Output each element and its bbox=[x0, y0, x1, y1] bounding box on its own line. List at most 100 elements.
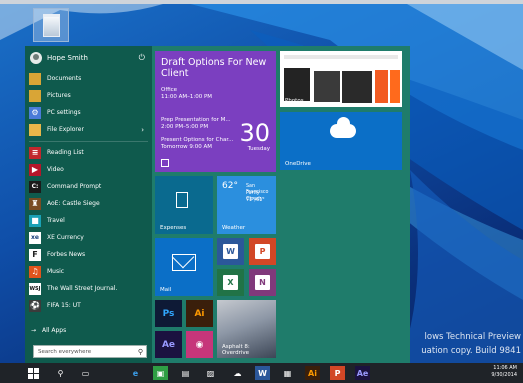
chevron-right-icon[interactable]: › bbox=[141, 126, 144, 134]
app-travel[interactable]: ■ Travel bbox=[25, 212, 152, 229]
powerpoint-tile[interactable]: P bbox=[249, 238, 276, 265]
file-explorer-icon[interactable] bbox=[103, 366, 118, 380]
illustrator-icon: Ai bbox=[194, 308, 205, 319]
photoshop-tile[interactable]: Ps bbox=[155, 300, 182, 327]
cloud-icon[interactable]: ☁ bbox=[230, 366, 245, 380]
app-command-prompt[interactable]: C: Command Prompt bbox=[25, 178, 152, 195]
calendar-event2: Prep Presentation for M... bbox=[161, 117, 231, 123]
arrow-right-icon: → bbox=[31, 327, 37, 334]
app-label: Reading List bbox=[47, 149, 84, 156]
asphalt-tile[interactable]: Asphalt 8: Overdrive bbox=[217, 300, 276, 358]
illustrator-tile[interactable]: Ai bbox=[186, 300, 213, 327]
user-name: Hope Smith bbox=[47, 54, 88, 62]
tile-label: Asphalt 8: Overdrive bbox=[222, 344, 250, 356]
app-aoe-castle-siege[interactable]: ♜ AoE: Castle Siege bbox=[25, 195, 152, 212]
forbes-icon: F bbox=[29, 248, 41, 261]
app-label: Travel bbox=[47, 217, 65, 224]
powerpoint-icon[interactable]: P bbox=[330, 366, 345, 380]
envelope-icon bbox=[172, 254, 196, 271]
clock-time: 11:06 AM bbox=[493, 365, 517, 371]
xe-icon: xe bbox=[29, 231, 41, 244]
search-icon[interactable]: ⚲ bbox=[53, 366, 68, 380]
tile-label: Photos bbox=[285, 98, 304, 104]
onenote-tile[interactable]: N bbox=[249, 269, 276, 296]
app-label: XE Currency bbox=[47, 234, 84, 241]
photos-tile[interactable]: Photos bbox=[280, 51, 402, 107]
photos-icon[interactable]: ▨ bbox=[203, 366, 218, 380]
window-icon[interactable]: ▤ bbox=[178, 366, 193, 380]
pinned-pc-settings[interactable]: ⚙ PC settings bbox=[25, 104, 152, 121]
wsj-icon: WSJ bbox=[29, 282, 41, 295]
game-icon: ♜ bbox=[29, 197, 41, 210]
watermark-line1: lows Technical Preview bbox=[424, 332, 521, 342]
store-icon[interactable]: ▣ bbox=[153, 366, 168, 380]
folder-icon bbox=[29, 89, 41, 102]
recycle-bin-icon[interactable] bbox=[33, 8, 69, 42]
calendar-event2-time: 2:00 PM–5:00 PM bbox=[161, 124, 209, 130]
calendar-event3-time: Tomorrow 9:00 AM bbox=[161, 144, 213, 150]
after-effects-icon: Ae bbox=[161, 339, 176, 350]
app-fifa-15[interactable]: ⚽ FIFA 15: UT bbox=[25, 297, 152, 314]
power-icon[interactable]: ⏻ bbox=[139, 53, 145, 63]
weather-temp: 62° bbox=[222, 181, 238, 191]
pinned-pictures[interactable]: Pictures bbox=[25, 87, 152, 104]
excel-tile[interactable]: X bbox=[217, 269, 244, 296]
system-clock[interactable]: 11:06 AM 9/30/2014 bbox=[491, 365, 517, 379]
receipt-icon bbox=[176, 192, 188, 208]
task-view-icon[interactable]: ▭ bbox=[78, 366, 93, 380]
onedrive-tile[interactable]: OneDrive bbox=[280, 112, 402, 170]
app-label: FIFA 15: UT bbox=[47, 302, 81, 309]
app-wall-street-journal[interactable]: WSJ The Wall Street Journal. bbox=[25, 280, 152, 297]
start-button[interactable] bbox=[26, 366, 41, 380]
after-effects-tile[interactable]: Ae bbox=[155, 331, 182, 358]
pinned-label: PC settings bbox=[47, 109, 81, 116]
pinned-label: Pictures bbox=[47, 92, 71, 99]
camera-tile[interactable]: ◉ bbox=[186, 331, 213, 358]
all-apps-label: All Apps bbox=[42, 327, 67, 334]
tile-label: OneDrive bbox=[285, 161, 311, 167]
all-apps-button[interactable]: → All Apps bbox=[31, 327, 66, 334]
pinned-documents[interactable]: Documents bbox=[25, 70, 152, 87]
user-account[interactable]: Hope Smith ⏻ bbox=[25, 48, 152, 68]
app-icon[interactable]: ▦ bbox=[280, 366, 295, 380]
calendar-tile[interactable]: Draft Options For New Client Office 11:0… bbox=[155, 51, 276, 172]
app-label: Command Prompt bbox=[47, 183, 102, 190]
start-left-pane: Hope Smith ⏻ Documents Pictures ⚙ PC set… bbox=[25, 46, 152, 363]
pinned-label: Documents bbox=[47, 75, 82, 82]
search-icon[interactable]: ⚲ bbox=[138, 348, 143, 356]
terminal-icon: C: bbox=[29, 180, 41, 193]
search-placeholder: Search everywhere bbox=[38, 348, 92, 355]
app-xe-currency[interactable]: xe XE Currency bbox=[25, 229, 152, 246]
onenote-icon: N bbox=[255, 275, 270, 290]
suitcase-icon: ■ bbox=[29, 214, 41, 227]
video-icon: ▶ bbox=[29, 163, 41, 176]
windows-logo-icon bbox=[28, 367, 39, 379]
calendar-event3: Present Options for Char... bbox=[161, 137, 234, 143]
watermark-line2: uation copy. Build 9841 bbox=[421, 346, 521, 356]
app-music[interactable]: ♫ Music bbox=[25, 263, 152, 280]
word-icon[interactable]: W bbox=[255, 366, 270, 380]
weather-tile[interactable]: 62° San Francisco Partly Cloudy 71°/61° … bbox=[217, 176, 276, 234]
app-reading-list[interactable]: ≡ Reading List bbox=[25, 144, 152, 161]
pinned-label: File Explorer bbox=[47, 126, 84, 133]
app-forbes-news[interactable]: F Forbes News bbox=[25, 246, 152, 263]
calendar-icon bbox=[161, 159, 169, 167]
app-video[interactable]: ▶ Video bbox=[25, 161, 152, 178]
cloud-icon bbox=[330, 117, 356, 138]
divider bbox=[29, 141, 148, 142]
expenses-tile[interactable]: Expenses bbox=[155, 176, 213, 234]
avatar bbox=[30, 52, 42, 64]
window-top-border bbox=[0, 0, 523, 4]
folder-icon bbox=[29, 72, 41, 85]
pinned-file-explorer[interactable]: File Explorer › bbox=[25, 121, 152, 138]
app-label: Forbes News bbox=[47, 251, 86, 258]
app-label: Video bbox=[47, 166, 64, 173]
word-tile[interactable]: W bbox=[217, 238, 244, 265]
mail-tile[interactable]: Mail bbox=[155, 238, 213, 296]
internet-explorer-icon[interactable]: e bbox=[128, 366, 143, 380]
word-icon: W bbox=[223, 244, 238, 259]
illustrator-icon[interactable]: Ai bbox=[305, 366, 320, 380]
search-input[interactable]: Search everywhere ⚲ bbox=[33, 345, 147, 358]
powerpoint-icon: P bbox=[255, 244, 270, 259]
after-effects-icon[interactable]: Ae bbox=[355, 366, 370, 380]
